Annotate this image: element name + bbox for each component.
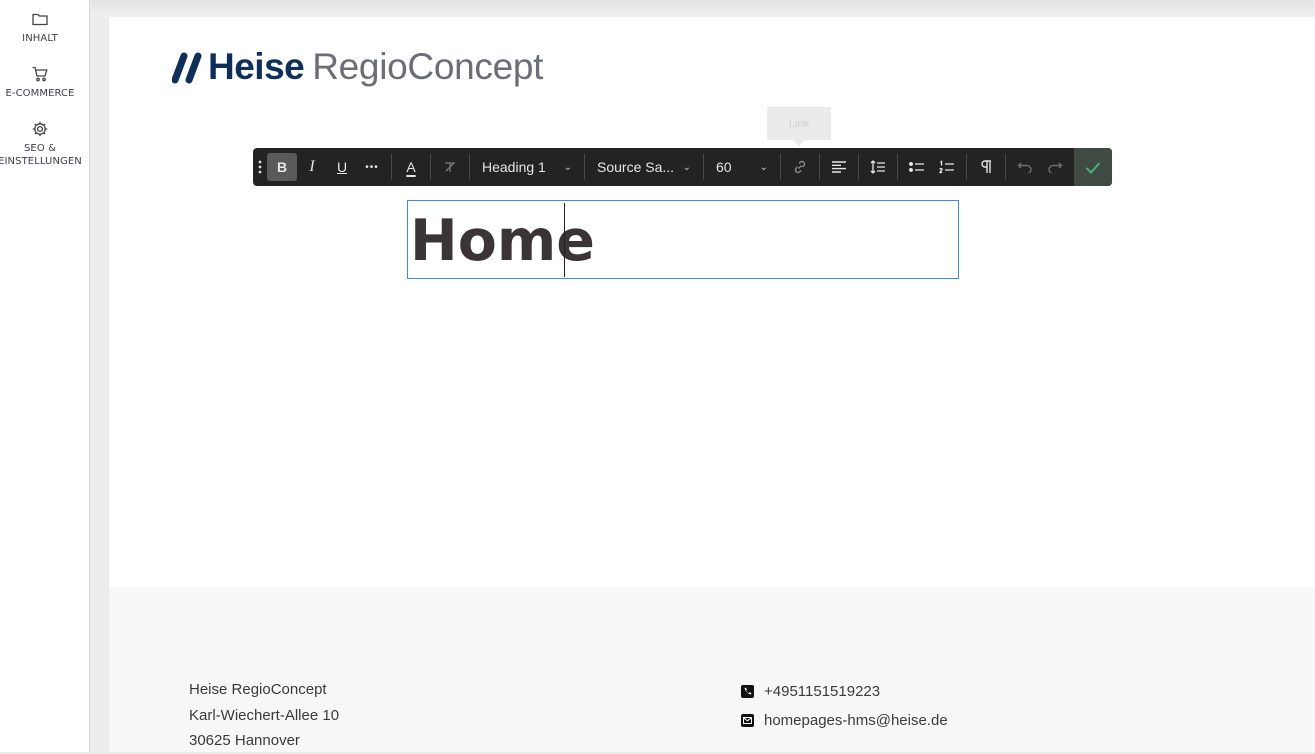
- paragraph-button[interactable]: [971, 153, 1001, 181]
- toolbar-separator: [897, 154, 898, 180]
- footer-contact: +4951151519223 homepages-hms@heise.de: [741, 677, 948, 735]
- chevron-down-icon: ⌄: [759, 161, 768, 173]
- line-height-button[interactable]: [863, 153, 893, 181]
- clear-formatting-icon[interactable]: [435, 153, 465, 181]
- numbered-list-button[interactable]: [932, 153, 962, 181]
- toolbar-separator: [584, 154, 585, 180]
- bullet-list-icon: [909, 162, 924, 172]
- page-canvas: Heise RegioConcept Link B I U ••• A Head…: [109, 17, 1315, 752]
- site-logo[interactable]: Heise RegioConcept: [172, 45, 543, 89]
- email-address[interactable]: homepages-hms@heise.de: [764, 712, 948, 729]
- cart-icon: [32, 66, 48, 82]
- toolbar-separator: [430, 154, 431, 180]
- undo-button[interactable]: [1010, 153, 1040, 181]
- italic-button[interactable]: I: [297, 153, 327, 181]
- block-format-value: Heading 1: [482, 159, 546, 175]
- toolbar-separator: [966, 154, 967, 180]
- paragraph-icon: [981, 160, 991, 173]
- phone-row[interactable]: +4951151519223: [741, 677, 948, 706]
- link-tooltip: Link: [767, 107, 831, 146]
- phone-icon: [741, 685, 754, 698]
- top-shade: [91, 0, 1315, 17]
- heise-logo-icon: [172, 52, 202, 84]
- sidebar-item-label: SEO & EINSTELLUNGEN: [0, 143, 82, 167]
- address-line: 30625 Hannover: [189, 732, 300, 749]
- sidebar-item-seo-settings[interactable]: SEO & EINSTELLUNGEN: [0, 120, 82, 168]
- sidebar-item-label: INHALT: [22, 33, 58, 44]
- align-left-button[interactable]: [824, 153, 854, 181]
- email-icon: [741, 714, 754, 727]
- page-heading[interactable]: Home: [410, 208, 595, 274]
- chevron-down-icon: ⌄: [682, 161, 691, 173]
- folder-icon: [32, 13, 48, 26]
- chevron-down-icon: ⌄: [563, 161, 572, 173]
- sidebar-item-e-commerce[interactable]: E-COMMERCE: [0, 65, 80, 100]
- confirm-button[interactable]: [1074, 148, 1112, 186]
- font-family-value: Source Sa...: [597, 159, 675, 175]
- bold-button[interactable]: B: [267, 153, 297, 181]
- footer-address: Heise RegioConcept Karl-Wiechert-Allee 1…: [189, 677, 339, 754]
- sidebar: INHALT E-COMMERCE SEO & EINSTELLUNGEN: [0, 0, 90, 752]
- toolbar-separator: [780, 154, 781, 180]
- more-formatting-button[interactable]: •••: [357, 153, 387, 181]
- toolbar-separator: [819, 154, 820, 180]
- link-icon: [794, 160, 806, 174]
- gear-icon: [32, 121, 48, 137]
- page-footer: Heise RegioConcept Karl-Wiechert-Allee 1…: [109, 587, 1315, 752]
- toolbar-separator: [858, 154, 859, 180]
- email-row[interactable]: homepages-hms@heise.de: [741, 706, 948, 735]
- underline-button[interactable]: U: [327, 153, 357, 181]
- toolbar-separator: [703, 154, 704, 180]
- undo-icon: [1017, 162, 1032, 173]
- phone-number[interactable]: +4951151519223: [764, 683, 880, 700]
- address-line: Heise RegioConcept: [189, 681, 327, 698]
- line-height-icon: [870, 160, 885, 174]
- redo-button[interactable]: [1040, 153, 1070, 181]
- font-size-value: 60: [716, 159, 732, 175]
- sidebar-item-label: E-COMMERCE: [5, 88, 75, 99]
- logo-text-regioconcept: RegioConcept: [312, 46, 544, 87]
- numbered-list-icon: [939, 160, 954, 174]
- font-size-select[interactable]: 60 ⌄: [708, 153, 776, 181]
- sidebar-item-inhalt[interactable]: INHALT: [0, 10, 80, 45]
- logo-text-heise: Heise: [208, 46, 305, 87]
- toolbar-separator: [469, 154, 470, 180]
- redo-icon: [1048, 162, 1063, 173]
- toolbar-separator: [391, 154, 392, 180]
- link-button[interactable]: [785, 153, 815, 181]
- font-family-select[interactable]: Source Sa... ⌄: [589, 153, 699, 181]
- bullet-list-button[interactable]: [902, 153, 932, 181]
- drag-handle-icon[interactable]: [253, 160, 267, 174]
- toolbar-separator: [1005, 154, 1006, 180]
- checkmark-icon: [1085, 161, 1101, 174]
- heading-edit-box[interactable]: Home: [407, 200, 959, 279]
- text-editor-toolbar: B I U ••• A Heading 1 ⌄ Source Sa... ⌄ 6…: [253, 148, 1112, 186]
- align-left-icon: [832, 161, 846, 173]
- text-color-button[interactable]: A: [396, 153, 426, 181]
- block-format-select[interactable]: Heading 1 ⌄: [474, 153, 580, 181]
- address-line: Karl-Wiechert-Allee 10: [189, 706, 340, 724]
- text-caret: [564, 203, 565, 277]
